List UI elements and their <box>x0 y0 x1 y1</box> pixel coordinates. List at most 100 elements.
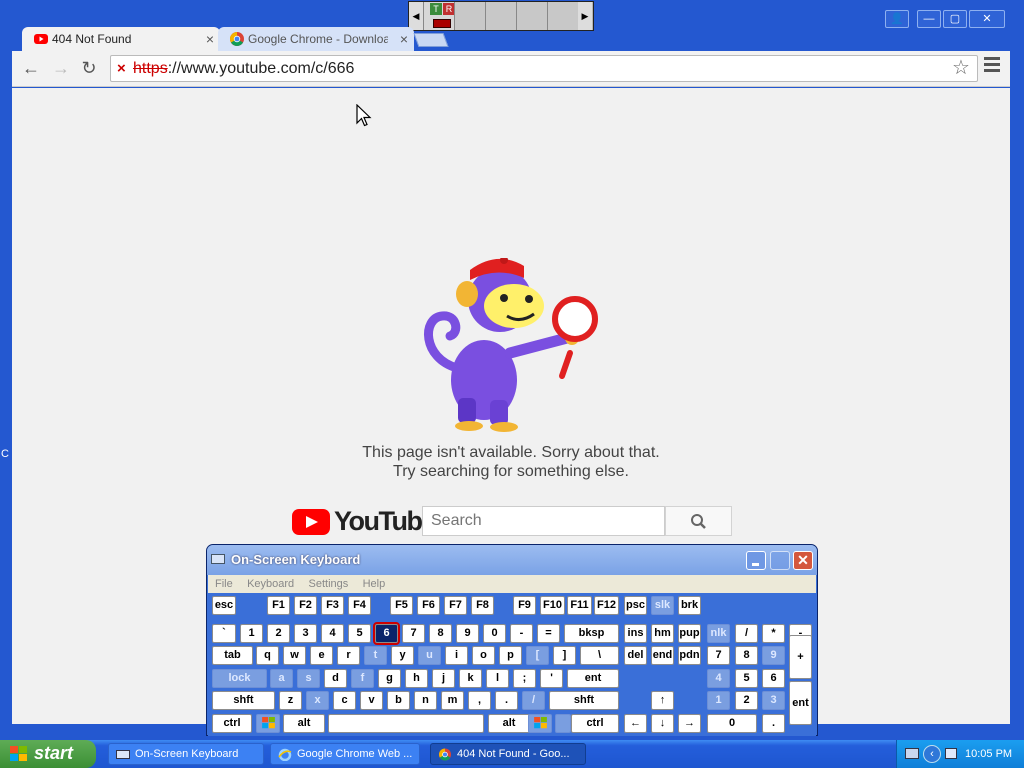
key-49[interactable]: ] <box>553 646 576 665</box>
key-8[interactable]: F8 <box>471 596 494 615</box>
key-0[interactable]: esc <box>212 596 236 615</box>
key-92[interactable]: alt <box>283 714 325 733</box>
key-28[interactable]: = <box>537 624 560 643</box>
key-14[interactable]: slk <box>651 596 674 615</box>
key-83[interactable]: . <box>495 691 518 710</box>
key-35[interactable]: * <box>762 624 785 643</box>
osk-close-button[interactable]: ✕ <box>793 551 813 570</box>
key-72[interactable]: 5 <box>735 669 758 688</box>
key-22[interactable]: 6 <box>373 622 400 645</box>
menu-keyboard[interactable]: Keyboard <box>247 575 294 593</box>
key-63[interactable]: g <box>378 669 401 688</box>
key-98[interactable]: 0 <box>707 714 757 733</box>
key-12[interactable]: F12 <box>594 596 619 615</box>
close-window-button[interactable]: ✕ <box>969 10 1005 28</box>
key-52[interactable]: end <box>651 646 674 665</box>
tab-close-icon[interactable]: × <box>206 27 214 51</box>
tab-404-not-found[interactable]: 404 Not Found × <box>22 27 220 51</box>
hamburger-menu-icon[interactable] <box>984 57 1000 73</box>
key-77[interactable]: c <box>333 691 356 710</box>
key-39[interactable]: w <box>283 646 306 665</box>
key-73[interactable]: 6 <box>762 669 785 688</box>
key-55[interactable]: 8 <box>735 646 758 665</box>
youtube-search-input[interactable] <box>422 506 665 536</box>
toolbar-slot[interactable] <box>516 2 547 30</box>
key-43[interactable]: y <box>391 646 414 665</box>
key-30[interactable]: ins <box>624 624 647 643</box>
key-75[interactable]: z <box>279 691 302 710</box>
back-arrow-icon[interactable]: ← <box>20 58 42 80</box>
tray-keyboard-icon[interactable] <box>905 748 919 759</box>
key-6[interactable]: F6 <box>417 596 440 615</box>
key-37[interactable]: tab <box>212 646 253 665</box>
key-62[interactable]: f <box>351 669 374 688</box>
key-80[interactable]: n <box>414 691 437 710</box>
key-48[interactable]: [ <box>526 646 549 665</box>
address-bar[interactable]: × https://www.youtube.com/c/666 <box>110 55 978 82</box>
key-58[interactable]: lock <box>212 669 267 688</box>
toolbar-slot[interactable] <box>454 2 485 30</box>
key-31[interactable]: hm <box>651 624 674 643</box>
key-57[interactable]: + <box>789 635 812 679</box>
key-88[interactable]: 2 <box>735 691 758 710</box>
key-54[interactable]: 7 <box>707 646 730 665</box>
key-7[interactable]: F7 <box>444 596 467 615</box>
taskbar-item-osk[interactable]: On-Screen Keyboard <box>108 743 264 765</box>
key-38[interactable]: q <box>256 646 279 665</box>
key-67[interactable]: l <box>486 669 509 688</box>
key-71[interactable]: 4 <box>707 669 730 688</box>
key-97[interactable]: → <box>678 714 701 733</box>
key-2[interactable]: F2 <box>294 596 317 615</box>
minimize-button[interactable]: — <box>917 10 941 28</box>
windows-key-right[interactable] <box>528 714 552 733</box>
key-53[interactable]: pdn <box>678 646 701 665</box>
key-79[interactable]: b <box>387 691 410 710</box>
key-69[interactable]: ' <box>540 669 563 688</box>
key-34[interactable]: / <box>735 624 758 643</box>
key-96[interactable]: ↓ <box>651 714 674 733</box>
tab-close-icon[interactable]: × <box>400 27 408 51</box>
key-84[interactable]: / <box>522 691 545 710</box>
key-29[interactable]: bksp <box>564 624 619 643</box>
toolbar-right-arrow-icon[interactable]: ▶ <box>578 2 592 30</box>
taskbar-item-chrome-web[interactable]: Google Chrome Web ... <box>270 743 420 765</box>
key-23[interactable]: 7 <box>402 624 425 643</box>
key-4[interactable]: F4 <box>348 596 371 615</box>
forward-arrow-icon[interactable]: → <box>50 58 72 80</box>
key-11[interactable]: F11 <box>567 596 592 615</box>
key-90[interactable]: ent <box>789 681 812 725</box>
key-59[interactable]: a <box>270 669 293 688</box>
spacebar-key[interactable] <box>328 714 484 733</box>
osk-titlebar[interactable]: On-Screen Keyboard ✕ <box>207 545 817 575</box>
tab-google-chrome-download[interactable]: Google Chrome - Download t × <box>218 27 414 51</box>
key-82[interactable]: , <box>468 691 491 710</box>
key-24[interactable]: 8 <box>429 624 452 643</box>
key-89[interactable]: 3 <box>762 691 785 710</box>
toolbar-tr-item[interactable]: TR <box>423 2 455 30</box>
key-76[interactable]: x <box>306 691 329 710</box>
key-64[interactable]: h <box>405 669 428 688</box>
key-94[interactable]: ctrl <box>571 714 619 733</box>
youtube-logo[interactable]: YouTube <box>292 506 436 536</box>
key-47[interactable]: p <box>499 646 522 665</box>
key-41[interactable]: r <box>337 646 360 665</box>
windows-key-left[interactable] <box>256 714 280 733</box>
key-44[interactable]: u <box>418 646 441 665</box>
toolbar-slot[interactable] <box>547 2 578 30</box>
key-78[interactable]: v <box>360 691 383 710</box>
osk-minimize-button[interactable] <box>746 551 766 570</box>
menu-settings[interactable]: Settings <box>309 575 349 593</box>
key-85[interactable]: shft <box>549 691 619 710</box>
key-17[interactable]: 1 <box>240 624 263 643</box>
key-13[interactable]: psc <box>624 596 647 615</box>
tray-expand-chevron-icon[interactable]: ‹ <box>923 745 941 763</box>
key-20[interactable]: 4 <box>321 624 344 643</box>
maximize-button[interactable]: ▢ <box>943 10 967 28</box>
key-61[interactable]: d <box>324 669 347 688</box>
key-15[interactable]: brk <box>678 596 701 615</box>
key-70[interactable]: ent <box>567 669 619 688</box>
start-button[interactable]: start <box>0 740 96 768</box>
key-95[interactable]: ← <box>624 714 647 733</box>
youtube-search-button[interactable] <box>665 506 732 536</box>
floating-toolbar[interactable]: ◀ TR ▶ <box>408 1 594 31</box>
